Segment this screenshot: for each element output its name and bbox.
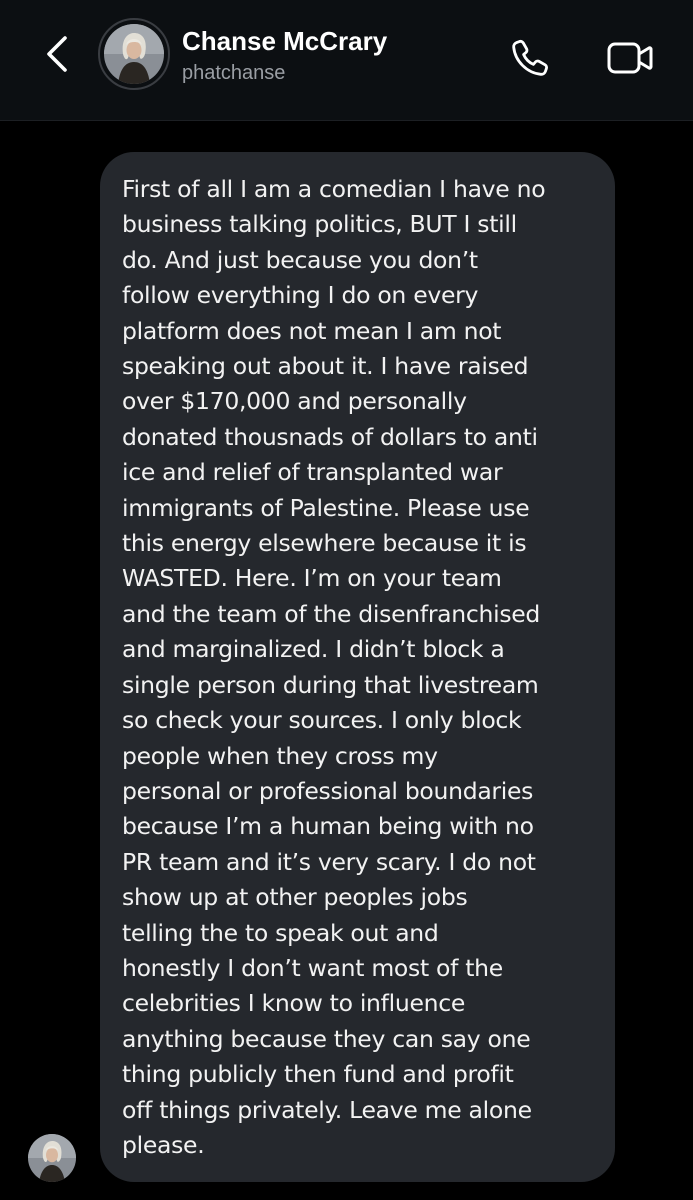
message-line: because I’m a human being with no bbox=[122, 812, 534, 841]
message-line: show up at other peoples jobs bbox=[122, 883, 468, 912]
phone-icon bbox=[512, 39, 548, 76]
message-line: platform does not mean I am not bbox=[122, 316, 502, 345]
message-line: single person during that livestream bbox=[122, 670, 539, 699]
message-line: personal or professional boundaries bbox=[122, 776, 534, 805]
message-line: over $170,000 and personally bbox=[122, 387, 467, 416]
contact-avatar[interactable] bbox=[98, 18, 170, 90]
message-line: donated thousnads of dollars to anti bbox=[122, 422, 538, 451]
message-line: do. And just because you don’t bbox=[122, 245, 478, 274]
message-line: off things privately. Leave me alone bbox=[122, 1095, 532, 1124]
message-text: First of all I am a comedian I have no bu… bbox=[122, 172, 593, 1163]
message-line: celebrities I know to influence bbox=[122, 989, 465, 1018]
message-line: this energy elsewhere because it is bbox=[122, 529, 527, 558]
message-bubble[interactable]: First of all I am a comedian I have no bu… bbox=[100, 152, 615, 1182]
message-line: honestly I don’t want most of the bbox=[122, 953, 503, 982]
message-line: people when they cross my bbox=[122, 741, 438, 770]
back-button[interactable] bbox=[30, 26, 86, 82]
avatar-image bbox=[104, 24, 164, 84]
message-line: First of all I am a comedian I have no bbox=[122, 175, 546, 203]
message-line: follow everything I do on every bbox=[122, 281, 479, 310]
chevron-left-icon bbox=[47, 36, 67, 72]
contact-handle: phatchanse bbox=[182, 62, 286, 84]
message-line: business talking politics, BUT I still bbox=[122, 210, 517, 239]
message-line: and marginalized. I didn’t block a bbox=[122, 635, 505, 664]
message-line: telling the to speak out and bbox=[122, 918, 439, 947]
message-line: please. bbox=[122, 1130, 205, 1159]
video-call-button[interactable] bbox=[598, 30, 662, 86]
message-line: WASTED. Here. I’m on your team bbox=[122, 564, 502, 593]
message-line: speaking out about it. I have raised bbox=[122, 352, 529, 381]
chat-header: Chanse McCrary phatchanse bbox=[0, 0, 693, 121]
message-line: and the team of the disenfranchised bbox=[122, 599, 541, 628]
message-line: ice and relief of transplanted war bbox=[122, 458, 503, 487]
message-line: thing publicly then fund and profit bbox=[122, 1060, 514, 1089]
message-line: PR team and it’s very scary. I do not bbox=[122, 847, 536, 876]
contact-name[interactable]: Chanse McCrary bbox=[182, 26, 387, 57]
message-line: so check your sources. I only block bbox=[122, 706, 522, 735]
sender-avatar[interactable] bbox=[28, 1134, 76, 1182]
voice-call-button[interactable] bbox=[500, 30, 560, 86]
video-camera-icon bbox=[607, 42, 653, 74]
message-line: anything because they can say one bbox=[122, 1024, 531, 1053]
message-line: immigrants of Palestine. Please use bbox=[122, 493, 530, 522]
